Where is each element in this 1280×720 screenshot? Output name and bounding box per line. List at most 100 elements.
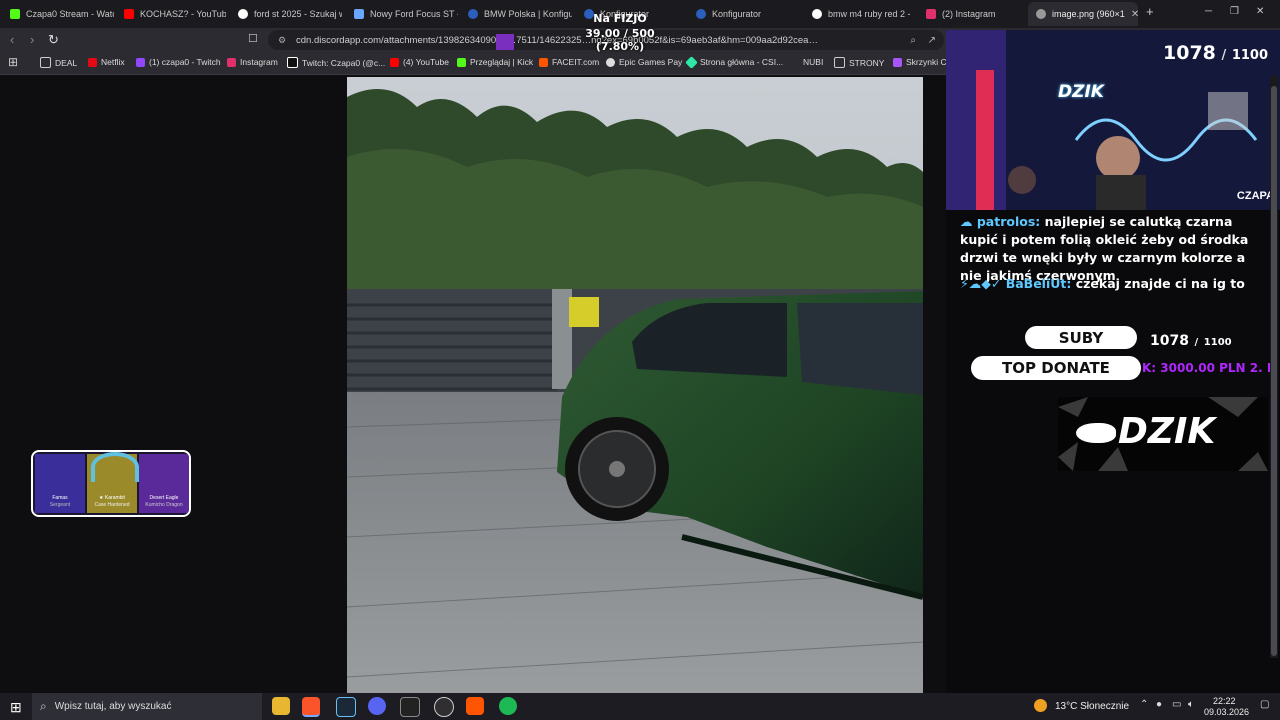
case-item-famas: Famas Sergeant	[35, 454, 85, 513]
brand-logo-small: DZIK	[1058, 82, 1104, 102]
windows-start-icon[interactable]: ⊞	[10, 699, 22, 716]
spotify-icon[interactable]	[499, 697, 517, 715]
epic-icon	[606, 57, 615, 67]
bookmark-tiktok[interactable]: Twitch: Czapa0 (@c...	[287, 57, 385, 68]
chat-badges-icon: ⚡☁◆✓	[960, 276, 1006, 291]
sub-counter-sep: /	[1221, 48, 1227, 63]
discord-icon[interactable]	[368, 697, 386, 715]
minimize-icon[interactable]: ─	[1205, 6, 1212, 17]
file-explorer-icon[interactable]	[272, 697, 290, 715]
subs-label: SUBY	[1058, 328, 1104, 347]
obs-icon[interactable]	[434, 697, 454, 717]
tiktok-icon	[287, 57, 298, 68]
bookmark-deal[interactable]: DEAL	[40, 57, 77, 68]
apps-grid-icon[interactable]: ⊞	[8, 55, 18, 69]
tab-label: (2) Instagram	[942, 9, 996, 19]
subs-counter: 1078 / 1100	[1150, 330, 1232, 349]
karambit-name: ★ Karambit	[99, 495, 125, 501]
bookmark-epic[interactable]: Epic Games Pay	[606, 57, 682, 67]
tab-bmw-konfig[interactable]: BMW Polska | Konfigu	[460, 2, 572, 26]
bookmark-nubi[interactable]: NUBI	[803, 57, 823, 67]
bookmark-instagram[interactable]: Instagram	[227, 57, 278, 67]
chat-message-2: ⚡☁◆✓ BaBeliUt: czekaj znajde ci na ig to	[960, 275, 1260, 293]
tab-image-active[interactable]: image.png (960×1 ✕	[1028, 2, 1138, 26]
search-placeholder: Wpisz tutaj, aby wyszukać	[54, 701, 172, 712]
case-opening-widget: Famas Sergeant ★ Karambit Case Hardened …	[31, 450, 191, 517]
goal-progress: 39.00 / 500 (7.80%)	[585, 27, 655, 53]
google-icon	[812, 9, 822, 19]
tab-youtube[interactable]: KOCHASZ? - YouTube	[116, 2, 226, 26]
zoom-icon[interactable]: ⌕	[910, 35, 916, 46]
bookmark-kick[interactable]: Przeglądaj | Kick	[457, 57, 533, 67]
windows-taskbar: ⊞ ⌕ Wpisz tutaj, aby wyszukać 13°C Słone…	[0, 693, 1280, 720]
share-icon[interactable]: ↗	[928, 35, 936, 46]
tab-label: image.png (960×1	[1052, 9, 1125, 19]
chat-colon: :	[1066, 276, 1076, 291]
notification-icon[interactable]: ▢	[1260, 699, 1269, 710]
tab-label: Czapa0 Stream - Watch	[26, 9, 114, 19]
netflix-icon	[88, 57, 97, 67]
reload-icon[interactable]: ↻	[48, 32, 59, 48]
tray-chevron-icon[interactable]: ⌃	[1140, 699, 1148, 710]
dzik-logo-text: DZIK	[1118, 411, 1216, 452]
csi-icon	[685, 55, 698, 69]
tab-label: ford st 2025 - Szukaj w	[254, 9, 342, 19]
network-icon[interactable]: ▭	[1172, 699, 1181, 710]
site-info-icon[interactable]: ⚙	[278, 35, 286, 46]
weather-text[interactable]: 13°C Słonecznie	[1055, 701, 1129, 712]
bookmark-netflix[interactable]: Netflix	[88, 57, 125, 67]
tab-label: Nowy Ford Focus ST -	[370, 9, 458, 19]
folder-icon	[834, 57, 845, 68]
faceit-icon[interactable]	[466, 697, 484, 715]
google-icon	[238, 9, 248, 19]
clock-date[interactable]: 09.03.2026	[1204, 707, 1249, 717]
top-donate-label: TOP DONATE	[1002, 359, 1110, 377]
tab-ford-focus[interactable]: Nowy Ford Focus ST -	[346, 2, 458, 26]
tab-bmw-m4[interactable]: bmw m4 ruby red 2 -	[804, 2, 916, 26]
bookmark-youtube[interactable]: (4) YouTube	[390, 57, 449, 67]
youtube-icon	[124, 9, 134, 19]
close-tab-icon[interactable]: ✕	[1131, 9, 1138, 20]
maximize-icon[interactable]: ❐	[1230, 6, 1239, 17]
epic-games-icon[interactable]	[400, 697, 420, 717]
famas-name: Famas	[52, 495, 68, 501]
taskbar-search-box[interactable]: ⌕ Wpisz tutaj, aby wyszukać	[32, 693, 262, 720]
chat-username: patrolos	[976, 214, 1036, 229]
bmw-car-photo[interactable]	[347, 77, 923, 693]
youtube-icon	[390, 57, 399, 67]
brave-icon[interactable]	[302, 697, 320, 717]
close-window-icon[interactable]: ✕	[1256, 6, 1264, 17]
case-item-deagle: Desert Eagle Kumicho Dragon	[139, 454, 189, 513]
subs-sep: /	[1194, 337, 1199, 348]
bookmark-twitch[interactable]: (1) czapa0 - Twitch	[136, 57, 221, 67]
famas-skin: Sergeant	[49, 502, 71, 508]
back-icon[interactable]: ‹	[10, 32, 14, 47]
streamer-name: CZAPA	[1236, 190, 1274, 202]
dzik-sponsor-banner: DZIK	[1058, 397, 1268, 471]
tab-google-ford[interactable]: ford st 2025 - Szukaj w	[230, 2, 342, 26]
bookmark-csi[interactable]: Strona główna - CSI...	[685, 55, 783, 69]
page-scrollbar[interactable]	[1270, 76, 1278, 658]
bookmark-icon[interactable]: ☐	[248, 32, 258, 45]
bmw-icon	[468, 9, 478, 19]
volume-icon[interactable]: 🔈︎	[1188, 699, 1194, 710]
instagram-icon	[227, 57, 236, 67]
forward-icon[interactable]: ›	[30, 32, 34, 47]
new-tab-icon[interactable]: +	[1146, 4, 1154, 19]
mic-icon[interactable]: ●	[1156, 699, 1162, 710]
top-donate-ticker: K: 3000.00 PLN 2. Ba	[1142, 361, 1278, 375]
search-icon: ⌕	[40, 699, 47, 713]
deagle-name: Desert Eagle	[149, 495, 179, 501]
scrollbar-thumb[interactable]	[1271, 86, 1277, 656]
tab-konfigurator-2[interactable]: Konfigurator	[688, 2, 800, 26]
tab-label: bmw m4 ruby red 2 -	[828, 9, 911, 19]
bookmark-faceit[interactable]: FACEIT.com	[539, 57, 599, 67]
ford-icon	[354, 9, 364, 19]
chat-colon: :	[1035, 214, 1045, 229]
clock-time[interactable]: 22:22	[1213, 696, 1236, 706]
tab-kick[interactable]: Czapa0 Stream - Watch	[2, 2, 114, 26]
top-donate-pill: TOP DONATE	[971, 356, 1141, 380]
steam-icon[interactable]	[336, 697, 356, 717]
tab-instagram[interactable]: (2) Instagram	[918, 2, 1028, 26]
bookmark-strony[interactable]: STRONY	[834, 57, 884, 68]
